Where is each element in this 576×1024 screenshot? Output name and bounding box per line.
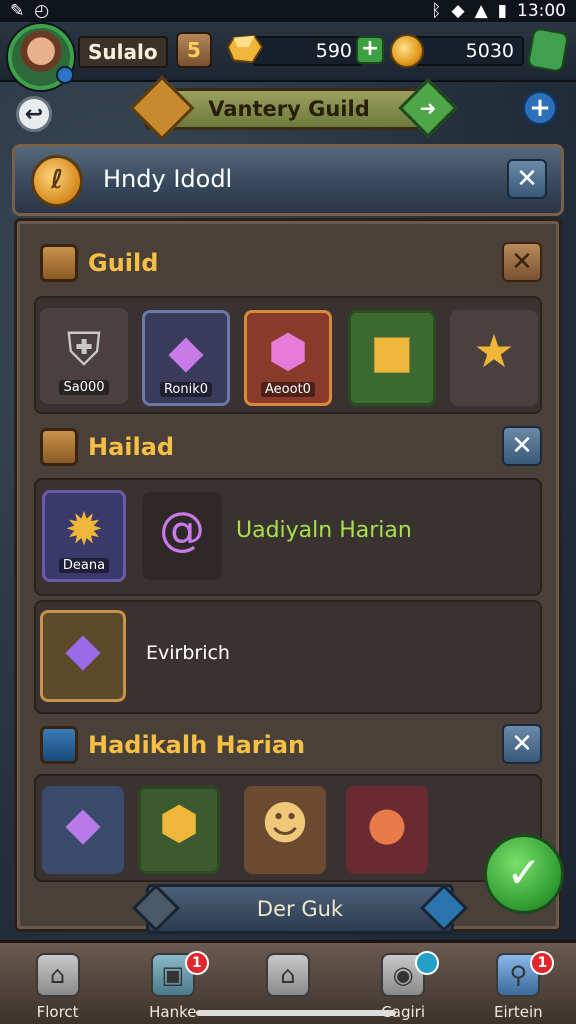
section-hailad-title: Hailad [40, 428, 174, 466]
home-indicator[interactable] [196, 1010, 396, 1016]
nav-item-florct[interactable]: ⌂ Florct [8, 953, 108, 1021]
guild-item-2[interactable]: ◆ Ronik0 [142, 310, 230, 406]
nav-eirtein-badge: 1 [530, 951, 555, 975]
emblem-icon [40, 428, 78, 466]
guild-book-icon [40, 244, 78, 282]
gems-count: 590 [252, 36, 362, 66]
hailad-item-1[interactable]: ✹ Deana [42, 490, 126, 582]
gold-gem-icon [226, 34, 264, 64]
guild-item-3-label: Aeoot0 [261, 382, 315, 397]
section-hadikalh-label: Hadikalh Harian [88, 731, 306, 759]
hadikalh-item-4[interactable]: ● [346, 786, 428, 874]
spiral-wand-icon: @ [159, 502, 205, 557]
plus-icon: + [529, 93, 551, 123]
player-avatar[interactable] [8, 24, 74, 90]
back-arrow-icon: ↩ [24, 101, 44, 127]
nav-item-eirtein-label: Eirtein [494, 1003, 543, 1021]
panel-header: ℓ Hndy Idodl ✕ [12, 144, 564, 216]
status-time: 13:00 [517, 1, 566, 21]
battery-icon: ▮ [497, 1, 507, 21]
panel-title: Hndy Idodl [103, 165, 233, 193]
gold-shield-icon: ⬢ [158, 796, 200, 851]
guild-emblem-icon [129, 75, 195, 141]
add-gems-button[interactable]: + [356, 36, 384, 64]
add-button[interactable]: + [522, 90, 558, 126]
section-hailad-label: Hailad [88, 433, 175, 461]
home-icon: ⌂ [35, 953, 80, 997]
arrow-right-icon: ➜ [419, 96, 437, 120]
shield-icon: ⛨ [66, 321, 102, 376]
signal-icon: ▲ [474, 1, 488, 21]
star-icon: ★ [473, 323, 515, 378]
checkmark-icon: ✓ [506, 848, 542, 897]
bottom-action-button[interactable]: Der Guk [131, 883, 469, 934]
magic-shield-icon: ⬢ [267, 323, 309, 378]
house-icon: ⌂ [265, 953, 310, 997]
back-button[interactable]: ↩ [16, 96, 52, 132]
coin-icon [390, 34, 424, 68]
sun-badge-icon: ✹ [64, 502, 104, 557]
purple-crystal-icon: ◆ [65, 796, 101, 851]
hailad-item-2[interactable]: @ [142, 492, 222, 580]
section-guild-close-button[interactable]: ✕ [502, 242, 542, 282]
nav-item-florct-label: Florct [36, 1003, 79, 1021]
guild-banner[interactable]: Vantery Guild ➜ [129, 75, 458, 141]
wifi-icon: ◆ [451, 1, 465, 21]
status-bar: ✎ ◴ ᛒ ◆ ▲ ▮ 13:00 [0, 0, 576, 22]
hadikalh-item-2[interactable]: ⬢ [138, 786, 220, 874]
hailad-row-1-name: Uadiyaln Harian [236, 518, 412, 543]
hailad-row-2-name: Evirbrich [146, 642, 230, 664]
avatar-badge-icon [56, 66, 74, 84]
guild-banner-title: Vantery Guild [208, 97, 370, 121]
guild-item-4[interactable]: ■ [348, 310, 436, 406]
nav-item-house[interactable]: ⌂ [238, 953, 338, 1003]
player-level-badge: 5 [176, 32, 212, 68]
amethyst-shield-icon: ◆ [65, 622, 101, 677]
section-hailad-close-button[interactable]: ✕ [502, 426, 542, 466]
top-bar: Sulalo 5 590 + 5030 [0, 22, 576, 90]
bottom-action-label: Der Guk [256, 897, 344, 921]
gold-nugget-icon: ■ [370, 323, 414, 378]
nav-item-eirtein[interactable]: ⚲ 1 Eirtein [468, 951, 568, 1021]
notification-icon: ✎ [10, 1, 25, 21]
scroll-icon: ℓ [31, 155, 83, 207]
section-guild-title: Guild [40, 244, 158, 282]
panel-close-button[interactable]: ✕ [507, 159, 547, 199]
blue-orb-icon [40, 726, 78, 764]
nav-cagiri-badge-icon [415, 951, 440, 975]
confirm-button[interactable]: ✓ [484, 834, 564, 914]
section-guild-label: Guild [88, 249, 159, 277]
guild-item-5[interactable]: ★ [450, 310, 538, 406]
guild-item-2-label: Ronik0 [159, 382, 213, 397]
section-hadikalh-close-button[interactable]: ✕ [502, 724, 542, 764]
section-hadikalh-title: Hadikalh Harian [40, 726, 305, 764]
nav-hanke-badge: 1 [184, 951, 209, 975]
hero-portrait-icon: ☻ [261, 796, 309, 851]
hailad-item-3[interactable]: ◆ [40, 610, 126, 702]
clock-icon: ◴ [34, 1, 50, 21]
guild-item-3[interactable]: ⬢ Aeoot0 [244, 310, 332, 406]
hailad-item-1-label: Deana [58, 558, 110, 573]
guild-item-1[interactable]: ⛨ Sa000 [40, 308, 128, 404]
crystal-sword-icon: ◆ [168, 323, 204, 378]
hadikalh-item-1[interactable]: ◆ [42, 786, 124, 874]
guild-item-1-label: Sa000 [59, 380, 109, 395]
coins-count: 5030 [414, 36, 524, 66]
guild-next-button[interactable]: ➜ [398, 78, 458, 138]
scroll-bundle-icon: ● [366, 796, 408, 851]
settings-gear-button[interactable] [526, 27, 570, 73]
bluetooth-icon: ᛒ [431, 1, 442, 21]
hadikalh-item-3[interactable]: ☻ [244, 786, 326, 874]
player-name: Sulalo [78, 36, 168, 68]
